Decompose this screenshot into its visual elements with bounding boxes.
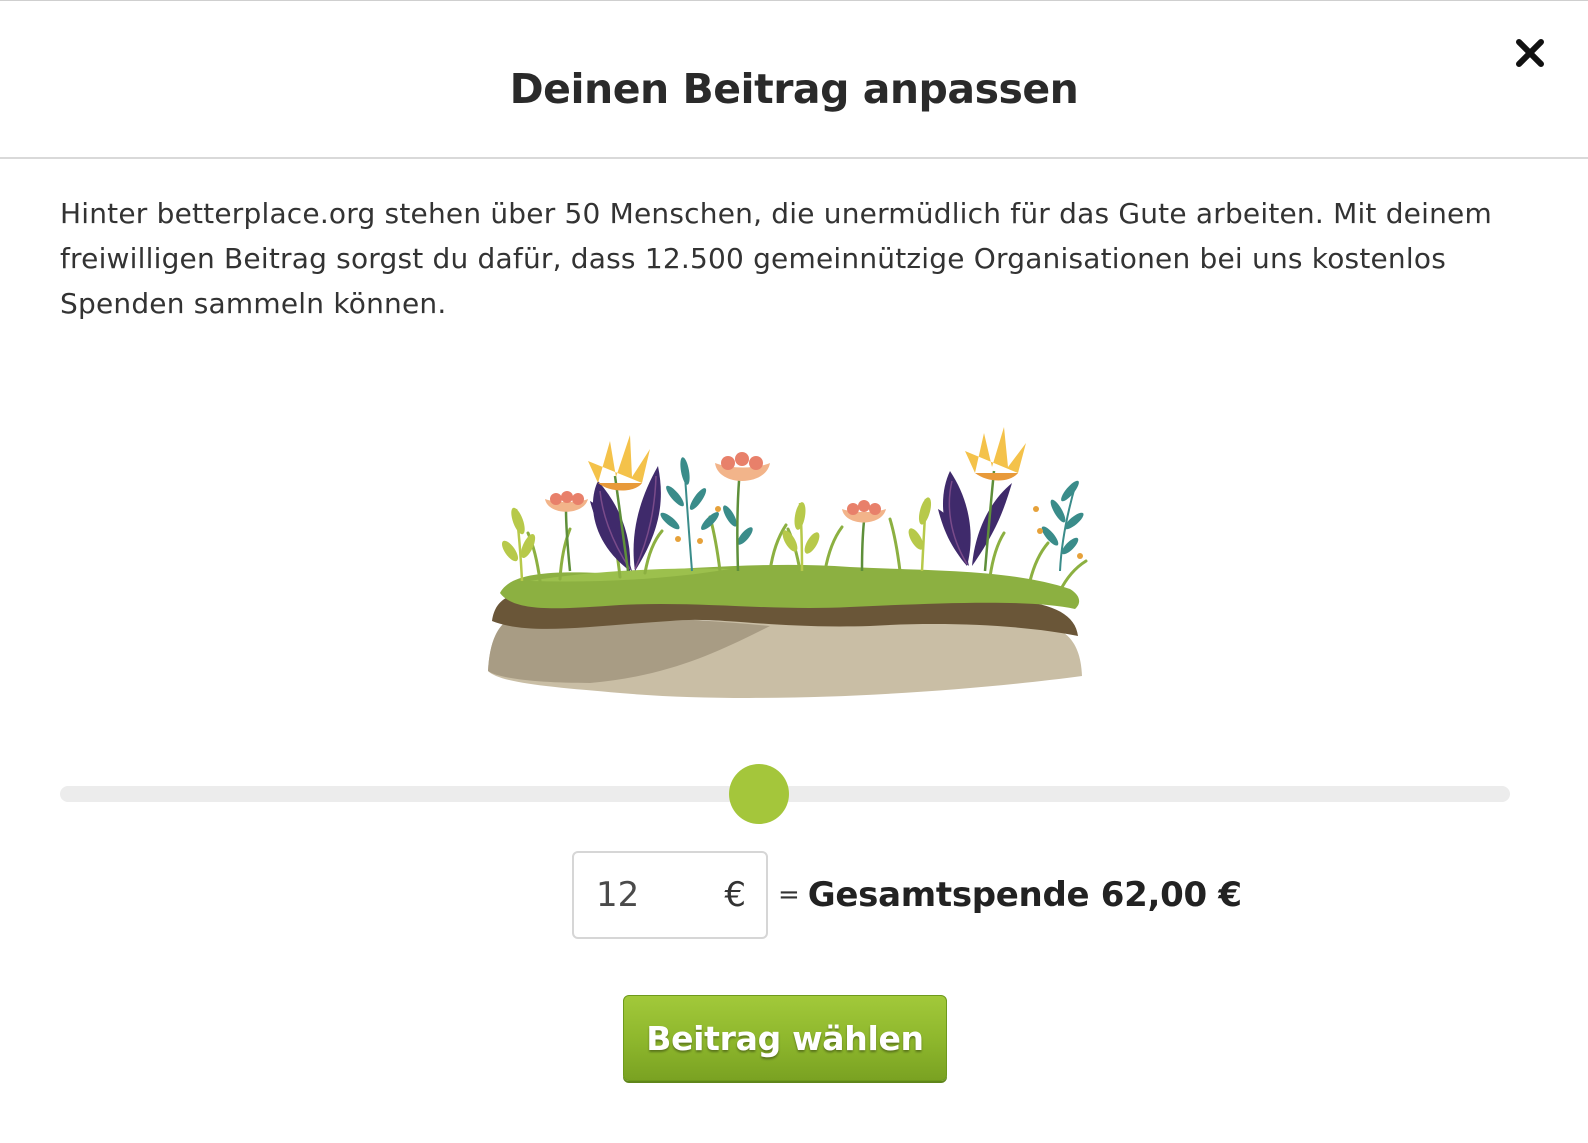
contribution-dialog: Deinen Beitrag anpassen Hinter betterpla…: [0, 0, 1588, 1143]
intro-text: Hinter betterplace.org stehen über 50 Me…: [60, 197, 1492, 320]
flower-meadow-illustration: [488, 427, 1088, 698]
currency-symbol: €: [724, 875, 746, 915]
equals-sign: =: [778, 880, 800, 910]
dialog-title: Deinen Beitrag anpassen: [509, 65, 1079, 113]
total-donation-label: Gesamtspende 62,00 €: [807, 875, 1242, 915]
close-icon: [1516, 39, 1544, 67]
peach-flower: [545, 491, 588, 512]
amount-field: €: [572, 851, 768, 939]
choose-contribution-button[interactable]: Beitrag wählen: [623, 995, 947, 1081]
close-button[interactable]: [1510, 33, 1550, 73]
contribution-slider-thumb[interactable]: [728, 764, 789, 824]
amount-row: € = Gesamtspende 62,00 €: [572, 851, 1242, 939]
amount-input[interactable]: [596, 853, 706, 937]
dialog-header: Deinen Beitrag anpassen: [0, 1, 1588, 159]
